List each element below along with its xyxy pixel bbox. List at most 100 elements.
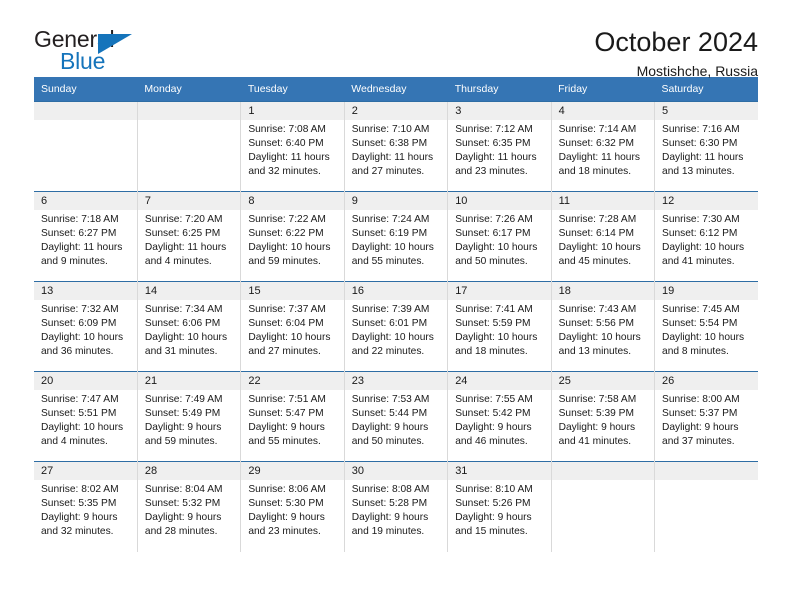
logo-text-blue: Blue [60,48,106,74]
daylight-text-1: Daylight: 9 hours [41,512,118,523]
day-details: Sunrise: 7:10 AM Sunset: 6:38 PM Daylight:… [345,120,447,179]
daylight-text-2: and 46 minutes. [455,436,528,447]
day-cell-9[interactable]: 9 Sunrise: 7:24 AM Sunset: 6:19 PM Daylight… [343,191,448,282]
day-details [34,120,137,123]
day-cell-31[interactable]: 31 Sunrise: 8:10 AM Sunset: 5:26 PM Dayligh… [447,461,552,552]
day-cell-14[interactable]: 14 Sunrise: 7:34 AM Sunset: 6:06 PM Dayligh… [136,281,241,372]
day-cell-28[interactable]: 28 Sunrise: 8:04 AM Sunset: 5:32 PM Dayligh… [136,461,241,552]
daylight-text-1: Daylight: 10 hours [351,332,434,343]
day-cell-8[interactable]: 8 Sunrise: 7:22 AM Sunset: 6:22 PM Daylight… [240,191,345,282]
day-details: Sunrise: 7:30 AM Sunset: 6:12 PM Daylight:… [655,210,758,269]
day-cell-25[interactable]: 25 Sunrise: 7:58 AM Sunset: 5:39 PM Dayligh… [550,371,655,462]
sunset-text: Sunset: 6:19 PM [351,228,428,239]
day-number: 3 [448,102,551,120]
daylight-text-1: Daylight: 9 hours [248,422,325,433]
sunrise-text: Sunrise: 7:12 AM [455,124,533,135]
day-cell-12[interactable]: 12 Sunrise: 7:30 AM Sunset: 6:12 PM Dayligh… [654,191,758,282]
day-cell-23[interactable]: 23 Sunrise: 7:53 AM Sunset: 5:44 PM Dayligh… [343,371,448,462]
day-cell-11[interactable]: 11 Sunrise: 7:28 AM Sunset: 6:14 PM Dayligh… [550,191,655,282]
page-header: General Blue October 2024 Mostishche, Ru… [34,0,758,79]
daylight-text-1: Daylight: 10 hours [248,332,331,343]
daylight-text-2: and 55 minutes. [351,256,425,267]
day-details: Sunrise: 8:10 AM Sunset: 5:26 PM Daylight:… [448,480,550,539]
sunrise-text: Sunrise: 7:10 AM [351,124,430,135]
daylight-text-1: Daylight: 10 hours [455,332,538,343]
day-number: 11 [551,192,655,210]
daylight-text-2: and 50 minutes. [455,256,528,267]
sunrise-text: Sunrise: 7:41 AM [455,304,533,315]
day-number: 15 [241,282,344,300]
day-number: 28 [137,462,241,480]
sunrise-text: Sunrise: 7:55 AM [455,394,533,405]
day-cell-27[interactable]: 27 Sunrise: 8:02 AM Sunset: 5:35 PM Dayligh… [34,461,138,552]
sunrise-text: Sunrise: 7:24 AM [351,214,430,225]
day-cell-10[interactable]: 10 Sunrise: 7:26 AM Sunset: 6:17 PM Dayligh… [447,191,552,282]
daylight-text-2: and 59 minutes. [144,436,218,447]
day-cell-17[interactable]: 17 Sunrise: 7:41 AM Sunset: 5:59 PM Dayligh… [447,281,552,372]
sunset-text: Sunset: 6:14 PM [558,228,634,239]
sunset-text: Sunset: 5:28 PM [351,498,428,509]
sunrise-text: Sunrise: 7:49 AM [144,394,223,405]
day-cell-7[interactable]: 7 Sunrise: 7:20 AM Sunset: 6:25 PM Daylight… [136,191,241,282]
weekday-header-wednesday: Wednesday [344,77,448,102]
day-number: 29 [241,462,344,480]
day-number [34,102,137,120]
daylight-text-2: and 22 minutes. [351,346,425,357]
day-cell-4[interactable]: 4 Sunrise: 7:14 AM Sunset: 6:32 PM Daylight… [550,101,655,192]
sunrise-text: Sunrise: 7:39 AM [351,304,430,315]
day-cell-15[interactable]: 15 Sunrise: 7:37 AM Sunset: 6:04 PM Dayligh… [240,281,345,372]
day-cell-21[interactable]: 21 Sunrise: 7:49 AM Sunset: 5:49 PM Dayligh… [136,371,241,462]
daylight-text-2: and 59 minutes. [248,256,321,267]
day-cell-16[interactable]: 16 Sunrise: 7:39 AM Sunset: 6:01 PM Dayligh… [343,281,448,372]
day-details [552,480,654,483]
sunset-text: Sunset: 5:35 PM [41,498,117,509]
daylight-text-1: Daylight: 10 hours [662,332,745,343]
calendar-week-row: 13 Sunrise: 7:32 AM Sunset: 6:09 PM Dayligh… [34,281,758,372]
calendar-week-row: 27 Sunrise: 8:02 AM Sunset: 5:35 PM Dayligh… [34,461,758,552]
day-details [655,480,758,483]
day-cell-22[interactable]: 22 Sunrise: 7:51 AM Sunset: 5:47 PM Dayligh… [240,371,345,462]
day-cell-13[interactable]: 13 Sunrise: 7:32 AM Sunset: 6:09 PM Dayligh… [34,281,138,372]
day-cell-3[interactable]: 3 Sunrise: 7:12 AM Sunset: 6:35 PM Daylight… [447,101,552,192]
daylight-text-1: Daylight: 10 hours [351,242,434,253]
day-cell-18[interactable]: 18 Sunrise: 7:43 AM Sunset: 5:56 PM Dayligh… [550,281,655,372]
daylight-text-2: and 28 minutes. [144,526,218,537]
day-cell-20[interactable]: 20 Sunrise: 7:47 AM Sunset: 5:51 PM Dayligh… [34,371,138,462]
day-cell-2[interactable]: 2 Sunrise: 7:10 AM Sunset: 6:38 PM Daylight… [343,101,448,192]
day-cell-6[interactable]: 6 Sunrise: 7:18 AM Sunset: 6:27 PM Daylight… [34,191,138,282]
day-details: Sunrise: 7:24 AM Sunset: 6:19 PM Daylight:… [345,210,447,269]
day-cell-5[interactable]: 5 Sunrise: 7:16 AM Sunset: 6:30 PM Daylight… [654,101,758,192]
sunset-text: Sunset: 6:04 PM [248,318,324,329]
calendar-week-row: 6 Sunrise: 7:18 AM Sunset: 6:27 PM Daylight… [34,191,758,282]
day-details: Sunrise: 7:51 AM Sunset: 5:47 PM Daylight:… [241,390,343,449]
day-number: 26 [655,372,758,390]
day-cell-19[interactable]: 19 Sunrise: 7:45 AM Sunset: 5:54 PM Dayligh… [654,281,758,372]
sunrise-text: Sunrise: 7:58 AM [558,394,637,405]
day-number: 5 [655,102,758,120]
title-block: October 2024 Mostishche, Russia [594,26,758,81]
day-cell-24[interactable]: 24 Sunrise: 7:55 AM Sunset: 5:42 PM Dayligh… [447,371,552,462]
day-number: 17 [448,282,551,300]
weekday-header-thursday: Thursday [447,77,552,102]
daylight-text-2: and 32 minutes. [41,526,114,537]
day-number: 2 [344,102,448,120]
sunrise-text: Sunrise: 7:53 AM [351,394,430,405]
weekday-header-monday: Monday [137,77,241,102]
day-cell-29[interactable]: 29 Sunrise: 8:06 AM Sunset: 5:30 PM Dayligh… [240,461,345,552]
day-number: 7 [137,192,241,210]
page-subtitle: Mostishche, Russia [636,63,758,79]
day-cell-1[interactable]: 1 Sunrise: 7:08 AM Sunset: 6:40 PM Daylight… [240,101,345,192]
sunset-text: Sunset: 6:01 PM [351,318,428,329]
sunrise-text: Sunrise: 7:18 AM [41,214,119,225]
day-cell-26[interactable]: 26 Sunrise: 8:00 AM Sunset: 5:37 PM Dayligh… [654,371,758,462]
day-number: 13 [34,282,137,300]
weekday-header-sunday: Sunday [34,77,138,102]
sunset-text: Sunset: 6:32 PM [558,138,634,149]
day-cell-30[interactable]: 30 Sunrise: 8:08 AM Sunset: 5:28 PM Dayligh… [343,461,448,552]
day-number: 4 [551,102,655,120]
day-details: Sunrise: 8:06 AM Sunset: 5:30 PM Daylight:… [241,480,343,539]
day-details: Sunrise: 7:26 AM Sunset: 6:17 PM Daylight:… [448,210,550,269]
sunset-text: Sunset: 6:40 PM [248,138,324,149]
day-cell-empty [654,461,758,552]
daylight-text-1: Daylight: 10 hours [455,242,538,253]
